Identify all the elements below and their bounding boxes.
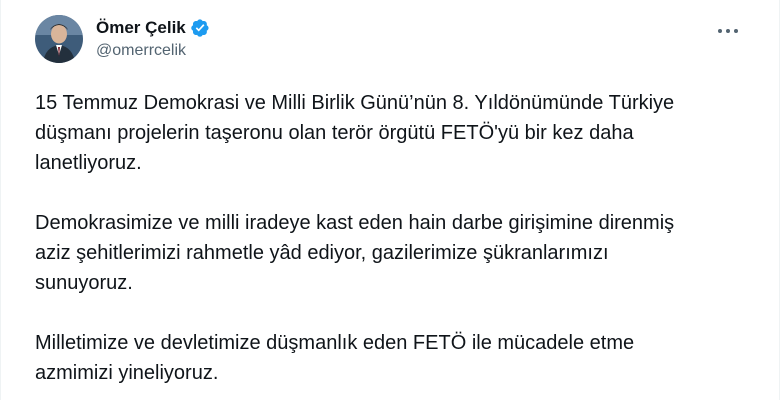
verified-badge-icon: [190, 18, 210, 38]
tweet-paragraph-1: 15 Temmuz Demokrasi ve Milli Birlik Günü…: [35, 88, 735, 178]
tweet-text: 15 Temmuz Demokrasi ve Milli Birlik Günü…: [35, 88, 735, 388]
tweet-line: Demokrasimize ve milli iradeye kast eden…: [35, 212, 675, 234]
more-options-button[interactable]: [713, 20, 743, 42]
tweet-paragraph-3: Milletimize ve devletimize düşmanlık ede…: [35, 328, 735, 388]
tweet-line: aziz şehitlerimizi rahmetle yâd ediyor, …: [35, 242, 609, 264]
more-horizontal-icon: [718, 29, 738, 33]
tweet-line: 15 Temmuz Demokrasi ve Milli Birlik Günü…: [35, 92, 675, 114]
display-name[interactable]: Ömer Çelik: [96, 18, 186, 38]
tweet-card: Ömer Çelik @omerrcelik 15 Temmuz Demokra…: [0, 0, 780, 400]
user-handle[interactable]: @omerrcelik: [96, 42, 210, 60]
tweet-line: düşmanı projelerin taşeronu olan terör ö…: [35, 122, 634, 144]
tweet-line: Milletimize ve devletimize düşmanlık ede…: [35, 332, 635, 354]
tweet-header: Ömer Çelik @omerrcelik: [35, 15, 210, 71]
tweet-paragraph-2: Demokrasimize ve milli iradeye kast eden…: [35, 208, 735, 298]
tweet-line: sunuyoruz.: [35, 272, 133, 294]
author-block: Ömer Çelik @omerrcelik: [96, 17, 210, 60]
tweet-line: lanetliyoruz.: [35, 152, 142, 174]
avatar[interactable]: [35, 15, 83, 63]
tweet-line: azmimizi yineliyoruz.: [35, 362, 219, 384]
name-row: Ömer Çelik: [96, 17, 210, 39]
